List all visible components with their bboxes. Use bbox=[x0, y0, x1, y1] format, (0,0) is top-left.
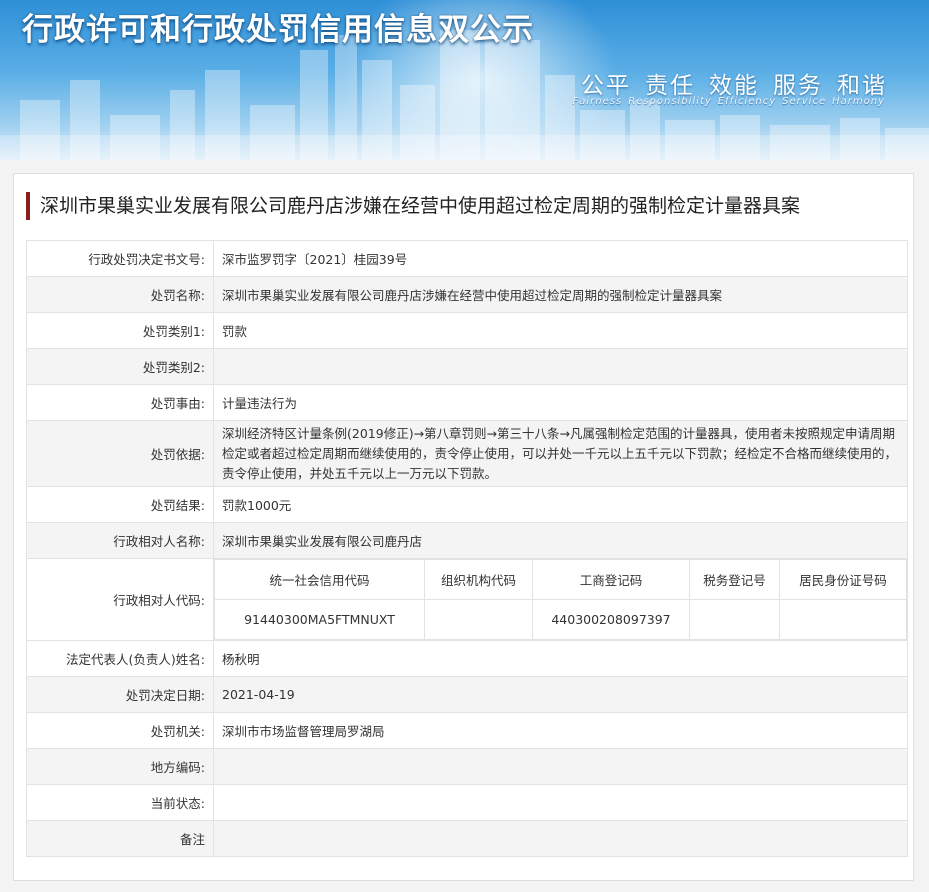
code-header: 工商登记码 bbox=[532, 559, 690, 600]
party-code-table: 统一社会信用代码 组织机构代码 工商登记码 税务登记号 居民身份证号码 9144… bbox=[214, 559, 907, 640]
table-row: 行政相对人名称: 深圳市果巢实业发展有限公司鹿丹店 bbox=[26, 522, 908, 559]
field-label: 备注 bbox=[26, 820, 214, 857]
code-header: 组织机构代码 bbox=[424, 559, 533, 600]
decision-date-value: 2021-04-19 bbox=[213, 676, 908, 713]
table-row: 行政处罚决定书文号: 深市监罗罚字〔2021〕桂园39号 bbox=[26, 240, 908, 277]
table-row: 当前状态: bbox=[26, 784, 908, 821]
code-value-row: 91440300MA5FTMNUXT 440300208097397 bbox=[214, 599, 907, 640]
case-title: 深圳市果巢实业发展有限公司鹿丹店涉嫌在经营中使用超过检定周期的强制检定计量器具案 bbox=[26, 192, 800, 220]
result-value: 罚款1000元 bbox=[213, 486, 908, 523]
field-label: 处罚类别2: bbox=[26, 348, 214, 385]
slogan-english: Fairness Responsibility Efficiency Service H… bbox=[567, 96, 885, 107]
cause-value: 计量违法行为 bbox=[213, 384, 908, 421]
table-row: 法定代表人(负责人)姓名: 杨秋明 bbox=[26, 640, 908, 677]
field-label: 法定代表人(负责人)姓名: bbox=[26, 640, 214, 677]
penalty-info-table: 行政处罚决定书文号: 深市监罗罚字〔2021〕桂园39号 处罚名称: 深圳市果巢… bbox=[26, 240, 908, 857]
category2-value bbox=[213, 348, 908, 385]
field-label: 行政相对人名称: bbox=[26, 522, 214, 559]
slogan-word-en: Efficiency bbox=[717, 96, 777, 107]
party-code-cell: 统一社会信用代码 组织机构代码 工商登记码 税务登记号 居民身份证号码 9144… bbox=[213, 558, 908, 641]
header-banner: 行政许可和行政处罚信用信息双公示 公平 责任 效能 服务 和谐 Fairness Resp… bbox=[0, 0, 929, 160]
basis-value: 深圳经济特区计量条例(2019修正)→第八章罚则→第三十八条→凡属强制检定范围的… bbox=[213, 420, 908, 487]
tax-reg-value bbox=[689, 599, 780, 640]
field-label: 地方编码: bbox=[26, 748, 214, 785]
code-header: 税务登记号 bbox=[689, 559, 780, 600]
status-value bbox=[213, 784, 908, 821]
slogan-word-en: Harmony bbox=[832, 96, 885, 107]
field-label: 行政处罚决定书文号: bbox=[26, 240, 214, 277]
field-label: 处罚事由: bbox=[26, 384, 214, 421]
party-name-value: 深圳市果巢实业发展有限公司鹿丹店 bbox=[213, 522, 908, 559]
table-row: 处罚结果: 罚款1000元 bbox=[26, 486, 908, 523]
table-row: 行政相对人代码: 统一社会信用代码 组织机构代码 工商登记码 税务登记号 居民身… bbox=[26, 558, 908, 641]
slogan-word-en: Fairness bbox=[572, 96, 623, 107]
field-label: 当前状态: bbox=[26, 784, 214, 821]
remark-value bbox=[213, 820, 908, 857]
table-row: 处罚类别1: 罚款 bbox=[26, 312, 908, 349]
authority-value: 深圳市市场监督管理局罗湖局 bbox=[213, 712, 908, 749]
field-label: 处罚决定日期: bbox=[26, 676, 214, 713]
business-reg-value: 440300208097397 bbox=[532, 599, 690, 640]
table-row: 备注 bbox=[26, 820, 908, 857]
table-row: 地方编码: bbox=[26, 748, 908, 785]
table-row: 处罚事由: 计量违法行为 bbox=[26, 384, 908, 421]
table-row: 处罚机关: 深圳市市场监督管理局罗湖局 bbox=[26, 712, 908, 749]
decision-number-value: 深市监罗罚字〔2021〕桂园39号 bbox=[213, 240, 908, 277]
field-label: 处罚依据: bbox=[26, 420, 214, 487]
field-label: 处罚机关: bbox=[26, 712, 214, 749]
credit-code-value: 91440300MA5FTMNUXT bbox=[214, 599, 425, 640]
field-label: 行政相对人代码: bbox=[26, 558, 214, 641]
category1-value: 罚款 bbox=[213, 312, 908, 349]
local-code-value bbox=[213, 748, 908, 785]
table-row: 处罚决定日期: 2021-04-19 bbox=[26, 676, 908, 713]
field-label: 处罚结果: bbox=[26, 486, 214, 523]
slogan-word-en: Service bbox=[782, 96, 827, 107]
slogan-word-en: Responsibility bbox=[628, 96, 712, 107]
code-header-row: 统一社会信用代码 组织机构代码 工商登记码 税务登记号 居民身份证号码 bbox=[214, 559, 907, 600]
site-title: 行政许可和行政处罚信用信息双公示 bbox=[22, 12, 534, 48]
case-detail-card: 深圳市果巢实业发展有限公司鹿丹店涉嫌在经营中使用超过检定周期的强制检定计量器具案… bbox=[13, 173, 914, 881]
id-card-value bbox=[779, 599, 907, 640]
penalty-name-value: 深圳市果巢实业发展有限公司鹿丹店涉嫌在经营中使用超过检定周期的强制检定计量器具案 bbox=[213, 276, 908, 313]
slogan-chinese: 公平 责任 效能 服务 和谐 bbox=[567, 66, 887, 100]
code-header: 统一社会信用代码 bbox=[214, 559, 425, 600]
org-code-value bbox=[424, 599, 533, 640]
table-row: 处罚类别2: bbox=[26, 348, 908, 385]
field-label: 处罚类别1: bbox=[26, 312, 214, 349]
table-row: 处罚依据: 深圳经济特区计量条例(2019修正)→第八章罚则→第三十八条→凡属强… bbox=[26, 420, 908, 487]
table-row: 处罚名称: 深圳市果巢实业发展有限公司鹿丹店涉嫌在经营中使用超过检定周期的强制检… bbox=[26, 276, 908, 313]
code-header: 居民身份证号码 bbox=[779, 559, 907, 600]
legal-rep-value: 杨秋明 bbox=[213, 640, 908, 677]
field-label: 处罚名称: bbox=[26, 276, 214, 313]
